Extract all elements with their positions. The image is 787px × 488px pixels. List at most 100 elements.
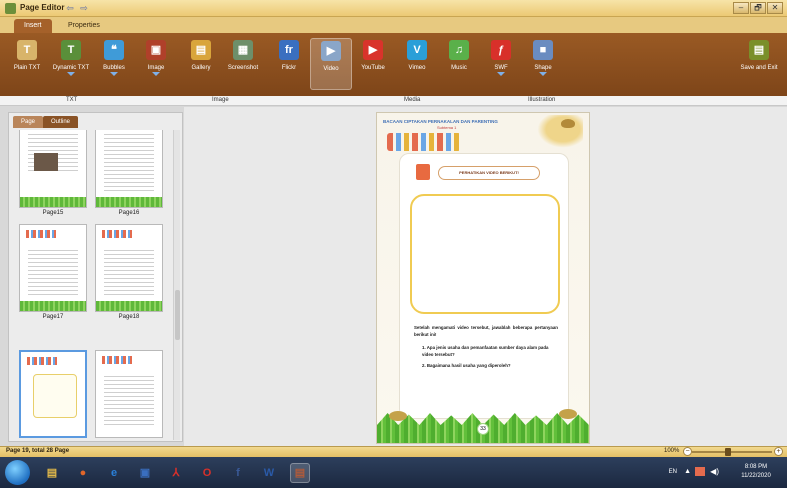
redo-icon[interactable]: ⇨ bbox=[78, 3, 90, 13]
zoom-in-button[interactable]: + bbox=[774, 447, 783, 456]
shape-icon: ■ bbox=[533, 40, 553, 60]
ribbon-button-video[interactable]: ▶ Video bbox=[310, 38, 352, 90]
ribbon-button-label: Shape bbox=[534, 65, 552, 71]
ribbon-button-flickr[interactable]: fr Flickr bbox=[268, 38, 310, 90]
thumbnail-grass bbox=[96, 197, 162, 207]
ribbon-button-dynamic-txt[interactable]: T Dynamic TXT bbox=[50, 38, 92, 90]
ribbon-button-image[interactable]: ▣ Image bbox=[135, 38, 177, 90]
ribbon-button-vimeo[interactable]: V Vimeo bbox=[396, 38, 438, 90]
firefox-icon[interactable]: ● bbox=[73, 463, 93, 483]
youtube-icon: ▶ bbox=[363, 40, 383, 60]
ribbon-button-youtube[interactable]: ▶ YouTube bbox=[352, 38, 394, 90]
ribbon-button-shape[interactable]: ■ Shape bbox=[522, 38, 564, 90]
ribbon-button-label: Flickr bbox=[281, 65, 297, 71]
tab-outline[interactable]: Outline bbox=[43, 116, 79, 128]
ribbon-button-bubbles[interactable]: ❝ Bubbles bbox=[93, 38, 135, 90]
gallery-icon: ▤ bbox=[191, 40, 211, 60]
dropdown-arrow-icon[interactable] bbox=[152, 72, 160, 76]
word-icon[interactable]: W bbox=[259, 463, 279, 483]
bird-left-illustration bbox=[389, 411, 407, 421]
app-window-icon[interactable]: ▣ bbox=[135, 463, 155, 483]
page-thumbnail-18[interactable] bbox=[95, 224, 163, 312]
swf-icon: ƒ bbox=[491, 40, 511, 60]
ribbon-button-label: Screenshot bbox=[227, 65, 259, 71]
ribbon-toolbar: T Plain TXT T Dynamic TXT ❝ Bubbles ▣ Image ▤ Gal… bbox=[0, 33, 787, 96]
dropdown-arrow-icon[interactable] bbox=[110, 72, 118, 76]
page-preview[interactable]: BACAAN CIPTAKAN PERNAKALAN DAN PARENTING… bbox=[376, 112, 590, 444]
flickr-icon: fr bbox=[279, 40, 299, 60]
minimize-button[interactable]: – bbox=[733, 2, 749, 14]
ribbon-button-music[interactable]: ♫ Music bbox=[438, 38, 480, 90]
thumbnail-video-box bbox=[33, 374, 77, 418]
vimeo-icon: V bbox=[407, 40, 427, 60]
tray-expand-icon[interactable]: ▲ bbox=[684, 468, 691, 475]
action-center-icon[interactable] bbox=[695, 467, 705, 476]
acrobat-icon[interactable]: ⅄ bbox=[166, 463, 186, 483]
question-1: 1. Apa jenis usaha dan pemanfaatan sumbe… bbox=[422, 345, 549, 357]
close-button[interactable]: ✕ bbox=[767, 2, 783, 14]
thumbnail-photo bbox=[34, 153, 58, 171]
ribbon-group-labels: TXT Image Media Illustration bbox=[0, 96, 787, 106]
window-title: Page Editor bbox=[20, 3, 65, 12]
thumbnail-label-16: Page16 bbox=[118, 210, 140, 216]
thumbnail-grass bbox=[96, 301, 162, 311]
page-thumbnail-panel: Page Outline Page15 Page16 Page17 Page18 bbox=[8, 112, 183, 442]
thumbnail-label-15: Page15 bbox=[42, 210, 64, 216]
tab-properties[interactable]: Properties bbox=[58, 19, 110, 33]
ribbon-button-save-and-exit[interactable]: ▤ Save and Exit bbox=[738, 38, 780, 90]
zoom-slider-handle[interactable] bbox=[725, 448, 731, 456]
internet-explorer-icon[interactable]: e bbox=[104, 463, 124, 483]
tab-insert[interactable]: Insert bbox=[14, 19, 52, 33]
editor-canvas[interactable]: BACAAN CIPTAKAN PERNAKALAN DAN PARENTING… bbox=[184, 107, 787, 446]
screenshot-icon: ▦ bbox=[233, 40, 253, 60]
instruction-paragraph: Setelah mengamati video tersebut, jawabl… bbox=[414, 325, 558, 337]
page-thumbnail-15[interactable] bbox=[19, 130, 87, 208]
ribbon-button-label: SWF bbox=[494, 65, 508, 71]
group-image-label: Image bbox=[212, 97, 229, 103]
status-bar: Page 19, total 28 Page 100% − + bbox=[0, 446, 787, 457]
page-thumbnail-17[interactable] bbox=[19, 224, 87, 312]
group-txt-label: TXT bbox=[66, 97, 78, 103]
ribbon-button-gallery[interactable]: ▤ Gallery bbox=[180, 38, 222, 90]
maximize-button[interactable]: 🗗 bbox=[750, 2, 766, 14]
video-frame[interactable] bbox=[410, 194, 560, 314]
wheat-illustration bbox=[533, 115, 583, 151]
scrollbar-thumb[interactable] bbox=[175, 290, 180, 340]
thumbnail-label-17: Page17 bbox=[42, 314, 64, 320]
volume-icon[interactable]: ◀) bbox=[710, 467, 719, 476]
thumbnail-kids bbox=[27, 357, 57, 365]
ribbon-tab-bar: Insert Properties bbox=[0, 17, 787, 33]
video-icon: ▶ bbox=[321, 41, 341, 61]
ribbon-button-label: Dynamic TXT bbox=[52, 65, 90, 71]
ribbon-button-swf[interactable]: ƒ SWF bbox=[480, 38, 522, 90]
dropdown-arrow-icon[interactable] bbox=[67, 72, 75, 76]
zoom-out-button[interactable]: − bbox=[683, 447, 692, 456]
start-button[interactable] bbox=[5, 460, 30, 485]
page-editor-icon[interactable]: ▤ bbox=[290, 463, 310, 483]
tab-page[interactable]: Page bbox=[13, 116, 44, 128]
bird-illustration bbox=[561, 119, 575, 128]
page-thumbnail-20[interactable] bbox=[95, 350, 163, 438]
thumbnail-text bbox=[104, 373, 154, 428]
facebook-icon[interactable]: f bbox=[228, 463, 248, 483]
save-exit-icon: ▤ bbox=[749, 40, 769, 60]
ribbon-button-label: Video bbox=[323, 66, 339, 72]
page-thumbnail-16[interactable] bbox=[95, 130, 163, 208]
ribbon-button-screenshot[interactable]: ▦ Screenshot bbox=[222, 38, 264, 90]
file-explorer-icon[interactable]: ▤ bbox=[42, 463, 62, 483]
ribbon-button-plain-txt[interactable]: T Plain TXT bbox=[6, 38, 48, 90]
dropdown-arrow-icon[interactable] bbox=[497, 72, 505, 76]
dropdown-arrow-icon[interactable] bbox=[539, 72, 547, 76]
undo-icon[interactable]: ⇦ bbox=[64, 3, 76, 13]
page-thumbnail-19[interactable] bbox=[19, 350, 87, 438]
clock-date: 11/22/2020 bbox=[741, 473, 771, 479]
zoom-slider[interactable] bbox=[692, 451, 772, 453]
group-illustration-label: Illustration bbox=[528, 97, 556, 103]
app-icon bbox=[5, 3, 16, 14]
bubbles-icon: ❝ bbox=[104, 40, 124, 60]
opera-icon[interactable]: O bbox=[197, 463, 217, 483]
ribbon-button-label: Music bbox=[451, 65, 467, 71]
clock[interactable]: 8:08 PM 11/22/2020 bbox=[731, 463, 781, 481]
language-indicator[interactable]: EN bbox=[669, 469, 677, 475]
thumbnail-scrollbar[interactable] bbox=[173, 130, 180, 440]
